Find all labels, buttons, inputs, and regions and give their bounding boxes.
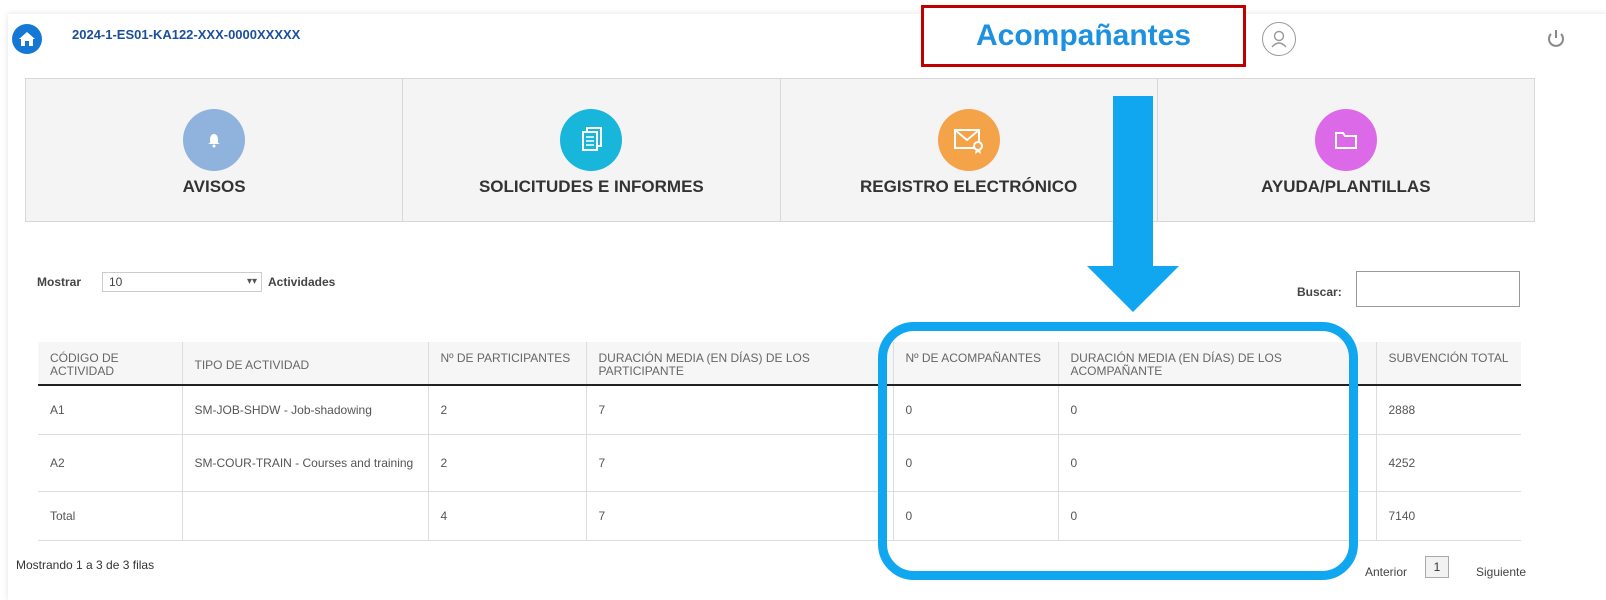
show-label: Mostrar (37, 275, 82, 289)
annotation-arrow-head (1087, 266, 1179, 312)
documents-icon (560, 109, 623, 171)
power-button[interactable] (1545, 28, 1567, 50)
cell-acompanantes: 0 (893, 385, 1059, 435)
tile-ayuda[interactable]: AYUDA/PLANTILLAS (1158, 79, 1534, 221)
activities-table: CÓDIGO DE ACTIVIDAD TIPO DE ACTIVIDAD Nº… (38, 342, 1521, 541)
table-row: A1 SM-JOB-SHDW - Job-shadowing 2 7 0 0 2… (38, 385, 1521, 435)
cell-tipo: SM-JOB-SHDW - Job-shadowing (182, 385, 429, 435)
tile-label: AYUDA/PLANTILLAS (1261, 177, 1431, 196)
cell-duracion-participantes: 7 (586, 385, 894, 435)
cell-tipo: SM-COUR-TRAIN - Courses and training (182, 434, 429, 492)
bell-icon (183, 109, 246, 171)
page-size-select[interactable]: 10 ▾▾ (102, 272, 262, 292)
table-row-total: Total 4 7 0 0 7140 (38, 491, 1521, 541)
cell-duracion-participantes: 7 (586, 434, 894, 492)
chevron-down-icon: ▾▾ (246, 276, 257, 287)
col-header-duracion-acompanantes[interactable]: DURACIÓN MEDIA (EN DÍAS) DE LOS ACOMPAÑA… (1058, 342, 1377, 386)
annotation-title: Acompañantes (975, 19, 1192, 52)
table-row: A2 SM-COUR-TRAIN - Courses and training … (38, 434, 1521, 492)
previous-page-button[interactable]: Anterior (1365, 565, 1407, 579)
user-profile-button[interactable] (1262, 22, 1296, 56)
user-icon (1271, 30, 1287, 48)
col-header-duracion-participantes[interactable]: DURACIÓN MEDIA (EN DÍAS) DE LOS PARTICIP… (586, 342, 894, 386)
col-header-acompanantes[interactable]: Nº DE ACOMPAÑANTES (893, 342, 1059, 386)
cell-acompanantes: 0 (893, 434, 1059, 492)
cell-tipo (182, 491, 429, 541)
cell-codigo: A1 (38, 385, 183, 435)
search-label: Buscar: (1297, 285, 1342, 299)
tile-label: REGISTRO ELECTRÓNICO (860, 177, 1078, 196)
cell-codigo: Total (38, 491, 183, 541)
show-suffix: Actividades (268, 275, 336, 289)
tile-registro[interactable]: REGISTRO ELECTRÓNICO (781, 79, 1158, 221)
mail-certificate-icon (937, 109, 1000, 171)
search-input[interactable] (1356, 271, 1520, 307)
col-header-participantes[interactable]: Nº DE PARTICIPANTES (428, 342, 587, 386)
cell-participantes: 2 (428, 434, 587, 492)
annotation-arrow (1113, 96, 1153, 268)
home-icon (19, 32, 35, 46)
home-button[interactable] (12, 24, 42, 54)
module-tiles: AVISOS SOLICITUDES E INFORMES REGISTRO E… (25, 78, 1535, 222)
project-code: 2024-1-ES01-KA122-XXX-0000XXXXX (72, 27, 301, 42)
cell-duracion-acompanantes: 0 (1058, 491, 1377, 541)
tile-label: AVISOS (182, 177, 246, 196)
tile-label: SOLICITUDES E INFORMES (478, 177, 704, 196)
cell-duracion-acompanantes: 0 (1058, 434, 1377, 492)
col-header-subvencion[interactable]: SUBVENCIÓN TOTAL (1376, 342, 1521, 386)
annotation-box: Acompañantes (921, 5, 1246, 67)
cell-codigo: A2 (38, 434, 183, 492)
tile-avisos[interactable]: AVISOS (26, 79, 404, 221)
next-page-button[interactable]: Siguiente (1476, 565, 1526, 579)
pagination-info: Mostrando 1 a 3 de 3 filas (16, 558, 155, 572)
folder-icon (1314, 109, 1377, 171)
tile-solicitudes[interactable]: SOLICITUDES E INFORMES (403, 79, 781, 221)
cell-subvencion: 2888 (1376, 385, 1521, 435)
cell-participantes: 4 (428, 491, 587, 541)
cell-subvencion: 4252 (1376, 434, 1521, 492)
page-size-value: 10 (109, 275, 123, 289)
table-header-row: CÓDIGO DE ACTIVIDAD TIPO DE ACTIVIDAD Nº… (38, 342, 1521, 386)
cell-acompanantes: 0 (893, 491, 1059, 541)
col-header-codigo[interactable]: CÓDIGO DE ACTIVIDAD (38, 342, 183, 386)
power-icon (1548, 30, 1564, 47)
cell-duracion-acompanantes: 0 (1058, 385, 1377, 435)
col-header-tipo[interactable]: TIPO DE ACTIVIDAD (182, 342, 429, 386)
cell-duracion-participantes: 7 (586, 491, 894, 541)
cell-participantes: 2 (428, 385, 587, 435)
page-number-button[interactable]: 1 (1425, 556, 1449, 578)
cell-subvencion: 7140 (1376, 491, 1521, 541)
